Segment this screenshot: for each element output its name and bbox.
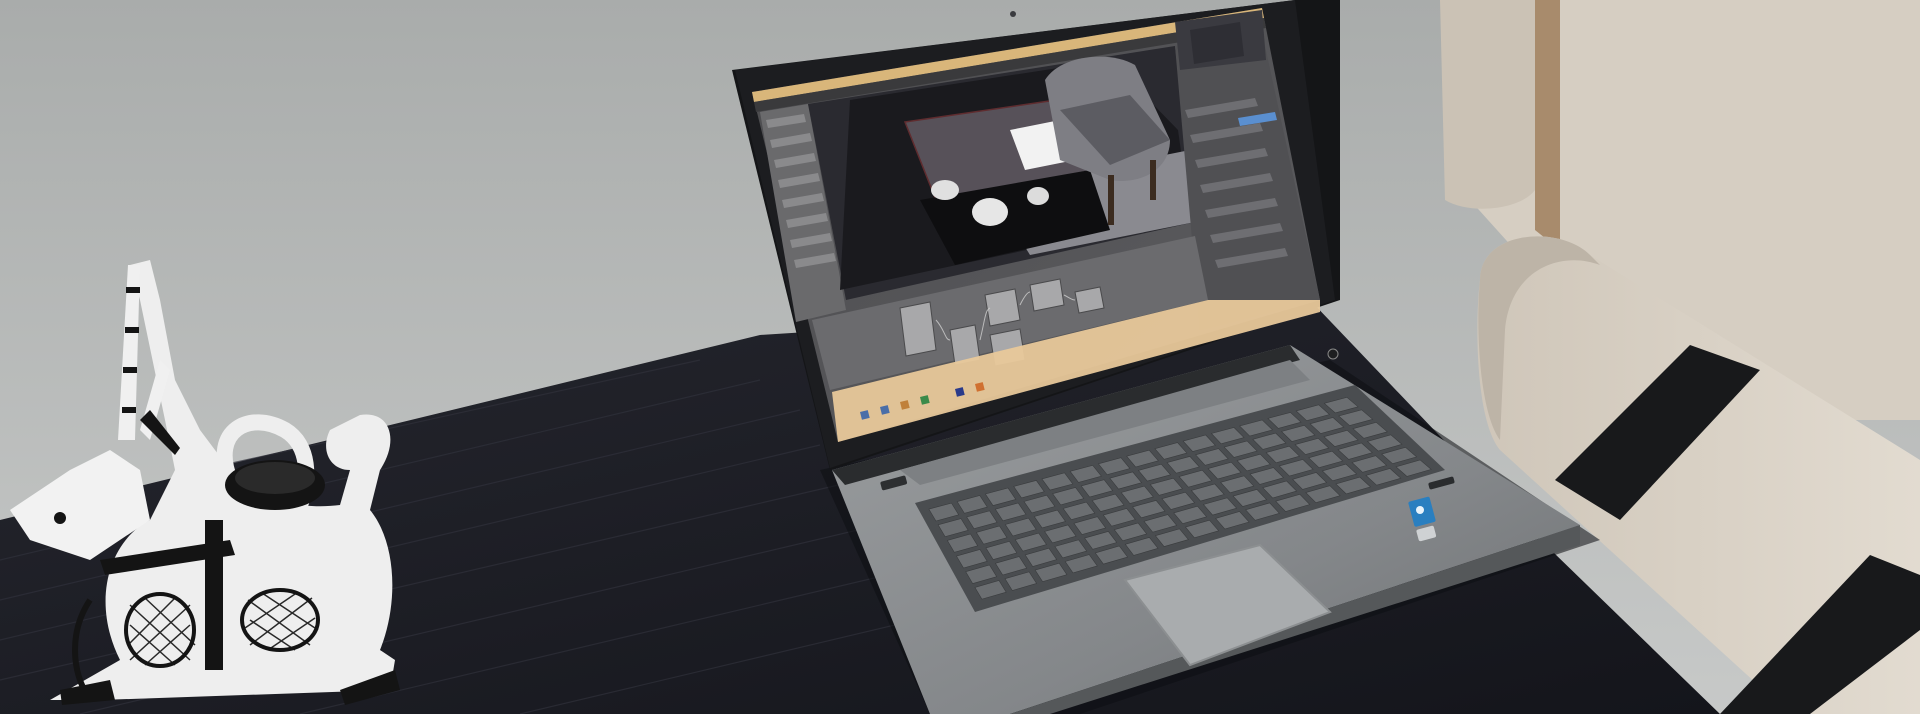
scene-svg	[0, 0, 1920, 714]
webcam	[1010, 11, 1016, 17]
power-button-icon[interactable]	[1327, 348, 1339, 360]
laptop-on-desk-photo	[0, 0, 1920, 714]
teapot-model	[972, 198, 1008, 226]
